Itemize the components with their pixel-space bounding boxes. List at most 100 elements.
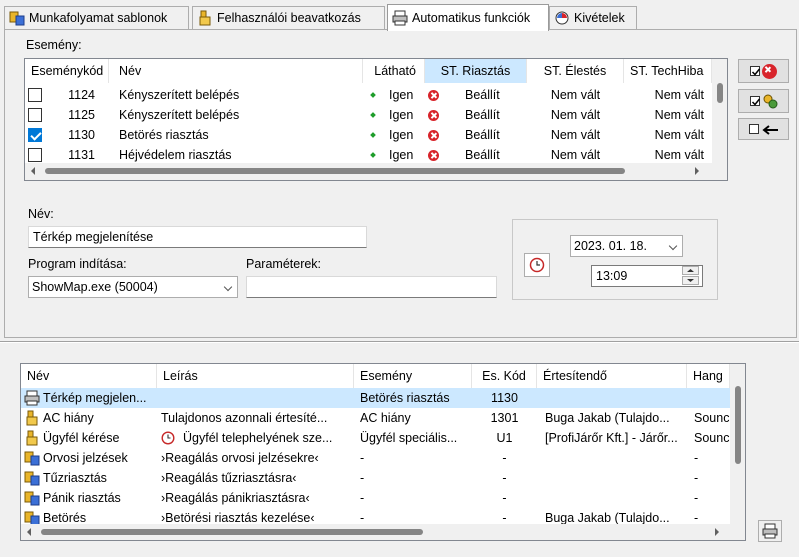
program-select[interactable]: ShowMap.exe (50004) (28, 276, 238, 298)
fn-event: - (360, 451, 365, 465)
vscroll-thumb[interactable] (717, 83, 723, 103)
event-section-label: Esemény: (26, 38, 82, 52)
scroll-right-arrow[interactable] (715, 528, 719, 536)
fn-description: Tulajdonos azonnali értesíté... (161, 411, 328, 425)
functions-grid[interactable]: Név Leírás Esemény Es. Kód Értesítendő H… (20, 363, 746, 541)
name-label: Név: (28, 207, 54, 221)
col-fn-event-code[interactable]: Es. Kód (472, 364, 537, 388)
red-x-icon (428, 129, 439, 141)
row-checkbox[interactable] (28, 88, 42, 102)
event-name: Kényszerített belépés (119, 88, 240, 102)
event-visible: Igen (389, 148, 414, 162)
event-row[interactable]: 1131 Héjvédelem riasztás Igen Beállít Ne… (25, 145, 712, 165)
check-all-disable-button[interactable] (738, 59, 789, 83)
event-arming: Nem vált (550, 128, 601, 142)
red-x-icon (762, 63, 777, 79)
workflow-icon (24, 490, 40, 506)
event-visible: Igen (389, 88, 414, 102)
col-fn-notify[interactable]: Értesítendő (537, 364, 687, 388)
time-spin-down[interactable] (682, 276, 699, 285)
checkbox-empty-icon (748, 124, 759, 134)
green-dot-icon (370, 152, 376, 158)
printer-icon (24, 390, 40, 406)
scroll-left-arrow[interactable] (31, 167, 35, 175)
col-st-techfault[interactable]: ST. TechHiba (624, 59, 712, 83)
event-row[interactable]: 1125 Kényszerített belépés Igen Beállít … (25, 105, 712, 125)
tab-workflow-templates[interactable]: Munkafolyamat sablonok (4, 6, 189, 29)
event-visible: Igen (389, 128, 414, 142)
event-grid-vscroll[interactable] (712, 59, 727, 163)
workflow-icon (24, 470, 40, 486)
fn-name: Tűzriasztás (43, 471, 107, 485)
date-picker[interactable]: 2023. 01. 18. (570, 235, 683, 257)
fn-notify (545, 468, 687, 488)
hscroll-thumb[interactable] (41, 529, 423, 535)
col-name[interactable]: Név (109, 59, 363, 83)
event-row[interactable]: 1130 Betörés riasztás Igen Beállít Nem v… (25, 125, 712, 145)
fn-desc-cell: Tulajdonos azonnali értesíté... (161, 408, 354, 428)
uncheck-all-button[interactable] (738, 118, 789, 140)
chevron-down-icon (223, 282, 233, 292)
col-event-code[interactable]: Eseménykód (25, 59, 109, 83)
col-fn-name[interactable]: Név (21, 364, 157, 388)
event-techfault: Nem vált (654, 128, 704, 142)
fn-event-code: 1130 (491, 391, 518, 405)
event-row-checkbox-cell (28, 145, 48, 165)
scroll-right-arrow[interactable] (695, 167, 699, 175)
fn-event: AC hiány (360, 411, 411, 425)
visible-dot-cell (367, 85, 379, 105)
tab-user-intervention[interactable]: Felhasználói beavatkozás (192, 6, 385, 29)
checkbox-checked-icon (750, 66, 761, 76)
time-spin-up[interactable] (682, 266, 699, 275)
col-fn-sound[interactable]: Hang (687, 364, 730, 388)
fn-notify (545, 448, 687, 468)
col-visible[interactable]: Látható (363, 59, 425, 83)
splitter[interactable] (0, 341, 799, 343)
check-all-settings-button[interactable] (738, 89, 789, 113)
schedule-clock-button[interactable] (524, 253, 550, 277)
tab-automatic-functions[interactable]: Automatikus funkciók (387, 4, 549, 31)
checkbox-checked-icon (749, 96, 760, 106)
fn-event-code: - (502, 451, 507, 465)
params-input[interactable] (246, 276, 497, 298)
fn-name-cell: Pánik riasztás (24, 488, 158, 508)
function-row[interactable]: Ügyfél kérése Ügyfél telephelyének sze..… (21, 428, 730, 448)
fn-name-cell: Ügyfél kérése (24, 428, 158, 448)
scroll-left-arrow[interactable] (27, 528, 31, 536)
functions-grid-hscroll[interactable] (21, 524, 745, 540)
col-fn-event[interactable]: Esemény (354, 364, 472, 388)
tab-exceptions[interactable]: Kivételek (549, 6, 637, 29)
vscroll-thumb[interactable] (735, 386, 741, 464)
fn-sound: Sounc (694, 431, 730, 445)
name-input[interactable]: Térkép megjelenítése (28, 226, 367, 248)
fn-name: Térkép megjelen... (43, 391, 147, 405)
hscroll-thumb[interactable] (45, 168, 625, 174)
printer-icon (762, 523, 778, 539)
alarm-icon-cell (428, 105, 442, 125)
fn-event-code: 1301 (490, 411, 519, 425)
event-row[interactable]: 1124 Kényszerített belépés Igen Beállít … (25, 85, 712, 105)
red-x-icon (428, 109, 439, 121)
fn-name-cell: Orvosi jelzések (24, 448, 158, 468)
row-checkbox[interactable] (28, 108, 42, 122)
function-row[interactable]: AC hiány Tulajdonos azonnali értesíté...… (21, 408, 730, 428)
fn-notify (545, 388, 687, 408)
col-st-arming[interactable]: ST. Élestés (527, 59, 624, 83)
functions-grid-vscroll[interactable] (730, 364, 745, 524)
row-checkbox[interactable] (28, 148, 42, 162)
col-st-alarm[interactable]: ST. Riasztás (425, 59, 527, 83)
event-grid[interactable]: Eseménykód Név Látható ST. Riasztás ST. … (24, 58, 728, 181)
fn-event: - (360, 471, 365, 485)
row-checkbox[interactable] (28, 128, 42, 142)
function-row[interactable]: Tűzriasztás ›Reagálás tűzriasztásra‹ - -… (21, 468, 730, 488)
function-row[interactable]: Térkép megjelen... Betörés riasztás 1130 (21, 388, 730, 408)
green-dot-icon (370, 112, 376, 118)
fn-sound: - (694, 451, 699, 465)
event-grid-hscroll[interactable] (25, 163, 727, 180)
function-row[interactable]: Pánik riasztás ›Reagálás pánikriasztásra… (21, 488, 730, 508)
fn-name-cell: AC hiány (24, 408, 158, 428)
function-row[interactable]: Orvosi jelzések ›Reagálás orvosi jelzése… (21, 448, 730, 468)
col-fn-description[interactable]: Leírás (157, 364, 354, 388)
fn-name: Orvosi jelzések (43, 451, 128, 465)
print-functions-button[interactable] (758, 520, 782, 542)
